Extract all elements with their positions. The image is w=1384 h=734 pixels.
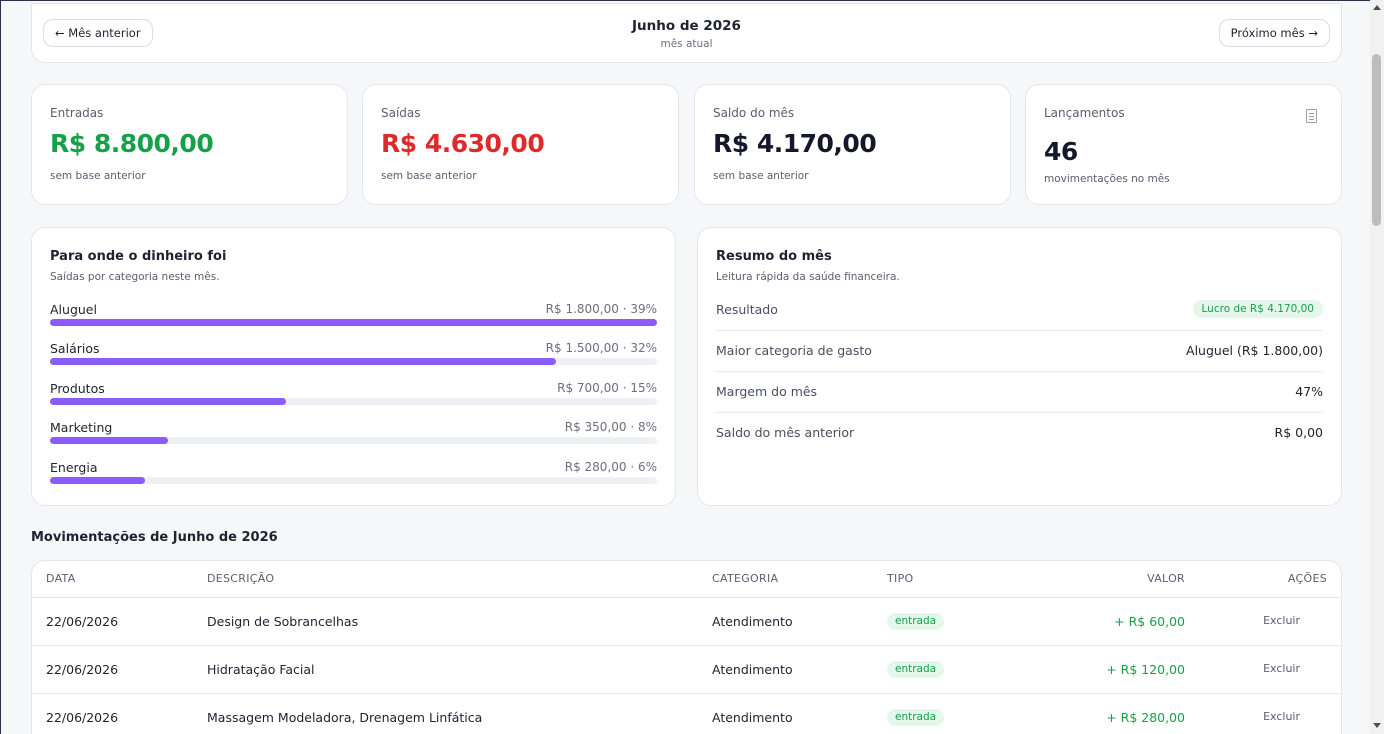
stat-card-lancamentos: Lançamentos 46 movimentações no mês bbox=[1025, 84, 1342, 205]
cell-description: Massagem Modeladora, Drenagem Linfática bbox=[207, 710, 483, 725]
scroll-up-arrow-icon[interactable] bbox=[1373, 5, 1381, 10]
profit-badge: Lucro de R$ 4.170,00 bbox=[1192, 300, 1323, 318]
summary-value: 47% bbox=[1295, 384, 1323, 399]
cell-category: Atendimento bbox=[712, 662, 793, 677]
summary-row-resultado: Resultado Lucro de R$ 4.170,00 bbox=[716, 300, 1323, 331]
delete-button[interactable]: Excluir bbox=[1263, 710, 1300, 723]
summary-row-maior-categoria: Maior categoria de gasto Aluguel (R$ 1.8… bbox=[716, 343, 1323, 372]
stat-label: Saldo do mês bbox=[713, 106, 795, 120]
stat-card-entradas: Entradas R$ 8.800,00 sem base anterior bbox=[31, 84, 348, 205]
type-badge: entrada bbox=[887, 709, 945, 726]
category-name: Marketing bbox=[50, 420, 113, 435]
stat-label: Lançamentos bbox=[1044, 106, 1125, 120]
category-row: Marketing R$ 350,00 · 8% bbox=[50, 420, 657, 456]
month-title: Junho de 2026 bbox=[632, 18, 741, 34]
delete-button[interactable]: Excluir bbox=[1263, 662, 1300, 675]
category-bar-track bbox=[50, 437, 657, 444]
cell-value: + R$ 120,00 bbox=[1106, 662, 1185, 677]
next-month-button[interactable]: Próximo mês → bbox=[1218, 19, 1330, 47]
category-bar-fill bbox=[50, 358, 556, 365]
delete-button[interactable]: Excluir bbox=[1263, 614, 1300, 627]
table-row: 22/06/2026 Massagem Modeladora, Drenagem … bbox=[32, 694, 1341, 734]
type-badge: entrada bbox=[887, 661, 945, 678]
category-name: Produtos bbox=[50, 381, 105, 396]
summary-key: Saldo do mês anterior bbox=[716, 425, 855, 440]
stat-card-saldo: Saldo do mês R$ 4.170,00 sem base anteri… bbox=[694, 84, 1011, 205]
cell-category: Atendimento bbox=[712, 614, 793, 629]
category-value: R$ 1.500,00 · 32% bbox=[545, 341, 657, 355]
cell-date: 22/06/2026 bbox=[46, 662, 119, 677]
cell-date: 22/06/2026 bbox=[46, 614, 119, 629]
cell-category: Atendimento bbox=[712, 710, 793, 725]
category-bar-track bbox=[50, 398, 657, 405]
stat-value: 46 bbox=[1044, 137, 1078, 166]
document-icon bbox=[1306, 109, 1317, 123]
stat-note: sem base anterior bbox=[381, 170, 477, 182]
table-row: 22/06/2026 Hidratação Facial Atendimento en… bbox=[32, 646, 1341, 694]
category-bar-fill bbox=[50, 319, 657, 326]
month-subtitle: mês atual bbox=[660, 38, 713, 50]
category-row: Energia R$ 280,00 · 6% bbox=[50, 460, 657, 496]
stat-label: Saídas bbox=[381, 106, 421, 120]
category-bar-fill bbox=[50, 437, 168, 444]
stat-label: Entradas bbox=[50, 106, 104, 120]
stat-value: R$ 4.630,00 bbox=[381, 129, 545, 158]
category-bar-fill bbox=[50, 477, 145, 484]
table-header: DATA DESCRIÇÃO CATEGORIA TIPO VALOR AÇÕE… bbox=[32, 561, 1341, 598]
category-bar-track bbox=[50, 477, 657, 484]
panel-subtitle: Saídas por categoria neste mês. bbox=[50, 271, 220, 283]
summary-key: Margem do mês bbox=[716, 384, 818, 399]
vertical-scrollbar[interactable] bbox=[1370, 0, 1384, 734]
cell-value: + R$ 60,00 bbox=[1114, 614, 1185, 629]
column-header-data: DATA bbox=[46, 572, 76, 585]
categories-panel: Para onde o dinheiro foi Saídas por cate… bbox=[31, 227, 676, 506]
column-header-descricao: DESCRIÇÃO bbox=[207, 572, 275, 585]
category-name: Aluguel bbox=[50, 302, 97, 317]
summary-key: Maior categoria de gasto bbox=[716, 343, 872, 358]
panel-title: Para onde o dinheiro foi bbox=[50, 249, 227, 264]
panel-subtitle: Leitura rápida da saúde financeira. bbox=[716, 271, 900, 283]
category-bar-track bbox=[50, 319, 657, 326]
scroll-down-arrow-icon[interactable] bbox=[1373, 723, 1381, 728]
stat-note: sem base anterior bbox=[50, 170, 146, 182]
cell-description: Hidratação Facial bbox=[207, 662, 315, 677]
page-viewport: ← Mês anterior Junho de 2026 mês atual P… bbox=[0, 0, 1370, 734]
category-name: Energia bbox=[50, 460, 98, 475]
summary-key: Resultado bbox=[716, 302, 778, 317]
panel-title: Resumo do mês bbox=[716, 249, 832, 264]
category-row: Salários R$ 1.500,00 · 32% bbox=[50, 341, 657, 377]
stat-card-saidas: Saídas R$ 4.630,00 sem base anterior bbox=[362, 84, 679, 205]
category-row: Produtos R$ 700,00 · 15% bbox=[50, 381, 657, 417]
category-bar-fill bbox=[50, 398, 287, 405]
summary-value: Aluguel (R$ 1.800,00) bbox=[1186, 343, 1323, 358]
cell-value: + R$ 280,00 bbox=[1106, 710, 1185, 725]
transactions-table: DATA DESCRIÇÃO CATEGORIA TIPO VALOR AÇÕE… bbox=[31, 560, 1342, 734]
scrollbar-thumb[interactable] bbox=[1372, 54, 1381, 226]
stat-value: R$ 8.800,00 bbox=[50, 129, 214, 158]
category-value: R$ 280,00 · 6% bbox=[564, 460, 657, 474]
cell-date: 22/06/2026 bbox=[46, 710, 119, 725]
type-badge: entrada bbox=[887, 613, 945, 630]
category-row: Aluguel R$ 1.800,00 · 39% bbox=[50, 302, 657, 338]
summary-panel: Resumo do mês Leitura rápida da saúde fi… bbox=[697, 227, 1342, 506]
summary-value: R$ 0,00 bbox=[1274, 425, 1323, 440]
stat-note: sem base anterior bbox=[713, 170, 809, 182]
summary-row-margem: Margem do mês 47% bbox=[716, 384, 1323, 413]
category-value: R$ 350,00 · 8% bbox=[564, 420, 657, 434]
column-header-acoes: AÇÕES bbox=[1287, 572, 1327, 585]
column-header-valor: VALOR bbox=[1147, 572, 1185, 585]
category-value: R$ 700,00 · 15% bbox=[557, 381, 657, 395]
category-name: Salários bbox=[50, 341, 100, 356]
column-header-categoria: CATEGORIA bbox=[712, 572, 779, 585]
transactions-title: Movimentações de Junho de 2026 bbox=[31, 530, 278, 545]
category-bar-track bbox=[50, 358, 657, 365]
stat-note: movimentações no mês bbox=[1044, 173, 1170, 185]
category-value: R$ 1.800,00 · 39% bbox=[545, 302, 657, 316]
summary-row-saldo-anterior: Saldo do mês anterior R$ 0,00 bbox=[716, 425, 1323, 454]
column-header-tipo: TIPO bbox=[887, 572, 914, 585]
month-navigation: ← Mês anterior Junho de 2026 mês atual P… bbox=[31, 3, 1342, 63]
table-row: 22/06/2026 Design de Sobrancelhas Atendime… bbox=[32, 598, 1341, 646]
cell-description: Design de Sobrancelhas bbox=[207, 614, 359, 629]
stat-value: R$ 4.170,00 bbox=[713, 129, 877, 158]
